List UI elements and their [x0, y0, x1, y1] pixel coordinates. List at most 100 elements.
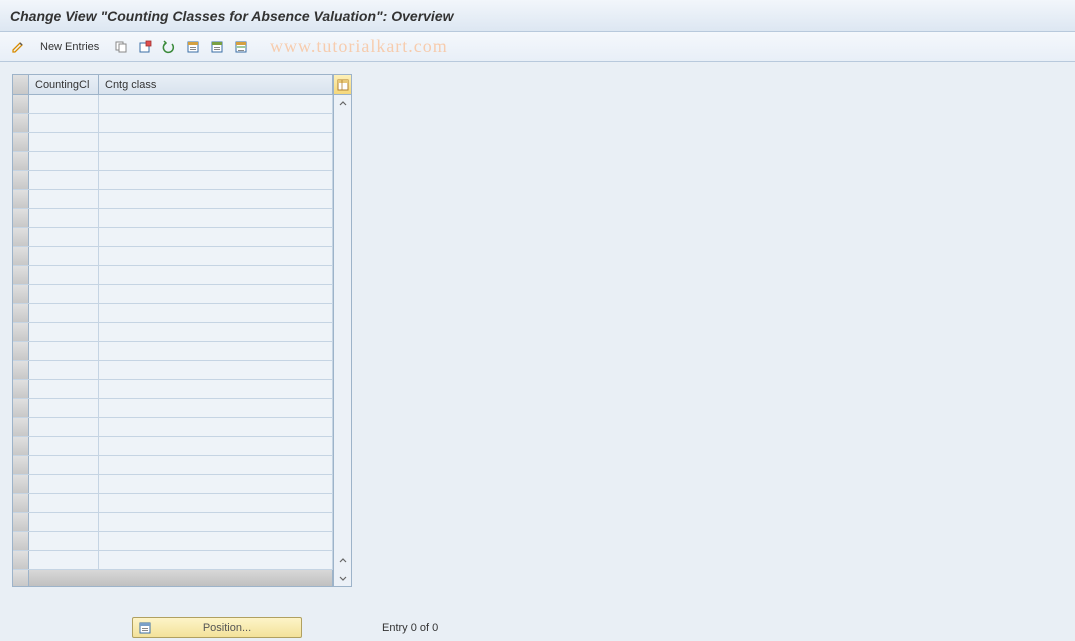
- row-selector[interactable]: [13, 133, 29, 151]
- cell-countingcl[interactable]: [29, 418, 99, 436]
- delete-button[interactable]: [135, 37, 155, 57]
- row-selector[interactable]: [13, 456, 29, 474]
- cell-countingcl[interactable]: [29, 209, 99, 227]
- cell-countingcl[interactable]: [29, 532, 99, 550]
- table-settings-button[interactable]: [334, 75, 351, 95]
- cell-countingcl[interactable]: [29, 266, 99, 284]
- hscroll-track[interactable]: [29, 570, 333, 586]
- cell-countingcl[interactable]: [29, 494, 99, 512]
- cell-cntg-class[interactable]: [99, 285, 333, 303]
- cell-countingcl[interactable]: [29, 456, 99, 474]
- cell-cntg-class[interactable]: [99, 361, 333, 379]
- scroll-up-button[interactable]: [334, 95, 351, 112]
- cell-countingcl[interactable]: [29, 361, 99, 379]
- table-row: [13, 228, 333, 247]
- cell-countingcl[interactable]: [29, 228, 99, 246]
- row-selector[interactable]: [13, 551, 29, 569]
- row-selector[interactable]: [13, 513, 29, 531]
- undo-button[interactable]: [159, 37, 179, 57]
- column-header-cntg-class[interactable]: Cntg class: [99, 75, 333, 94]
- cell-cntg-class[interactable]: [99, 551, 333, 569]
- row-selector[interactable]: [13, 247, 29, 265]
- position-label: Position...: [159, 622, 295, 634]
- cell-countingcl[interactable]: [29, 380, 99, 398]
- cell-countingcl[interactable]: [29, 475, 99, 493]
- cell-cntg-class[interactable]: [99, 133, 333, 151]
- cell-countingcl[interactable]: [29, 285, 99, 303]
- cell-cntg-class[interactable]: [99, 190, 333, 208]
- deselect-all-button[interactable]: [231, 37, 251, 57]
- cell-cntg-class[interactable]: [99, 304, 333, 322]
- select-block-button[interactable]: [207, 37, 227, 57]
- row-selector[interactable]: [13, 228, 29, 246]
- table-row: [13, 152, 333, 171]
- cell-countingcl[interactable]: [29, 133, 99, 151]
- header-selector[interactable]: [13, 75, 29, 94]
- cell-countingcl[interactable]: [29, 513, 99, 531]
- cell-countingcl[interactable]: [29, 399, 99, 417]
- bottom-selector[interactable]: [13, 570, 29, 586]
- cell-cntg-class[interactable]: [99, 437, 333, 455]
- row-selector[interactable]: [13, 475, 29, 493]
- row-selector[interactable]: [13, 209, 29, 227]
- row-selector[interactable]: [13, 285, 29, 303]
- cell-countingcl[interactable]: [29, 171, 99, 189]
- cell-countingcl[interactable]: [29, 551, 99, 569]
- column-header-countingcl[interactable]: CountingCl: [29, 75, 99, 94]
- cell-cntg-class[interactable]: [99, 209, 333, 227]
- row-selector[interactable]: [13, 342, 29, 360]
- cell-cntg-class[interactable]: [99, 513, 333, 531]
- cell-cntg-class[interactable]: [99, 456, 333, 474]
- vscroll-track[interactable]: [334, 112, 351, 552]
- cell-countingcl[interactable]: [29, 190, 99, 208]
- row-selector[interactable]: [13, 304, 29, 322]
- cell-cntg-class[interactable]: [99, 380, 333, 398]
- cell-cntg-class[interactable]: [99, 114, 333, 132]
- cell-cntg-class[interactable]: [99, 342, 333, 360]
- new-entries-button[interactable]: New Entries: [34, 39, 105, 55]
- cell-cntg-class[interactable]: [99, 532, 333, 550]
- cell-cntg-class[interactable]: [99, 266, 333, 284]
- row-selector[interactable]: [13, 114, 29, 132]
- cell-cntg-class[interactable]: [99, 228, 333, 246]
- scroll-page-up-button[interactable]: [334, 552, 351, 569]
- copy-button[interactable]: [111, 37, 131, 57]
- row-selector[interactable]: [13, 361, 29, 379]
- cell-countingcl[interactable]: [29, 437, 99, 455]
- cell-cntg-class[interactable]: [99, 171, 333, 189]
- row-selector[interactable]: [13, 190, 29, 208]
- row-selector[interactable]: [13, 266, 29, 284]
- cell-cntg-class[interactable]: [99, 494, 333, 512]
- row-selector[interactable]: [13, 437, 29, 455]
- toggle-change-button[interactable]: [8, 37, 28, 57]
- row-selector[interactable]: [13, 171, 29, 189]
- scroll-down-button[interactable]: [334, 569, 351, 586]
- cell-cntg-class[interactable]: [99, 399, 333, 417]
- cell-cntg-class[interactable]: [99, 95, 333, 113]
- cell-countingcl[interactable]: [29, 247, 99, 265]
- cell-countingcl[interactable]: [29, 114, 99, 132]
- undo-icon: [162, 40, 176, 54]
- row-selector[interactable]: [13, 399, 29, 417]
- cell-countingcl[interactable]: [29, 304, 99, 322]
- title-bar: Change View "Counting Classes for Absenc…: [0, 0, 1075, 32]
- cell-countingcl[interactable]: [29, 342, 99, 360]
- position-button[interactable]: Position...: [132, 617, 302, 638]
- cell-cntg-class[interactable]: [99, 152, 333, 170]
- row-selector[interactable]: [13, 380, 29, 398]
- cell-countingcl[interactable]: [29, 95, 99, 113]
- cell-cntg-class[interactable]: [99, 323, 333, 341]
- cell-countingcl[interactable]: [29, 323, 99, 341]
- row-selector[interactable]: [13, 532, 29, 550]
- cell-cntg-class[interactable]: [99, 247, 333, 265]
- page-title: Change View "Counting Classes for Absenc…: [10, 8, 454, 24]
- cell-cntg-class[interactable]: [99, 475, 333, 493]
- row-selector[interactable]: [13, 152, 29, 170]
- cell-cntg-class[interactable]: [99, 418, 333, 436]
- row-selector[interactable]: [13, 494, 29, 512]
- row-selector[interactable]: [13, 323, 29, 341]
- row-selector[interactable]: [13, 95, 29, 113]
- cell-countingcl[interactable]: [29, 152, 99, 170]
- row-selector[interactable]: [13, 418, 29, 436]
- select-all-button[interactable]: [183, 37, 203, 57]
